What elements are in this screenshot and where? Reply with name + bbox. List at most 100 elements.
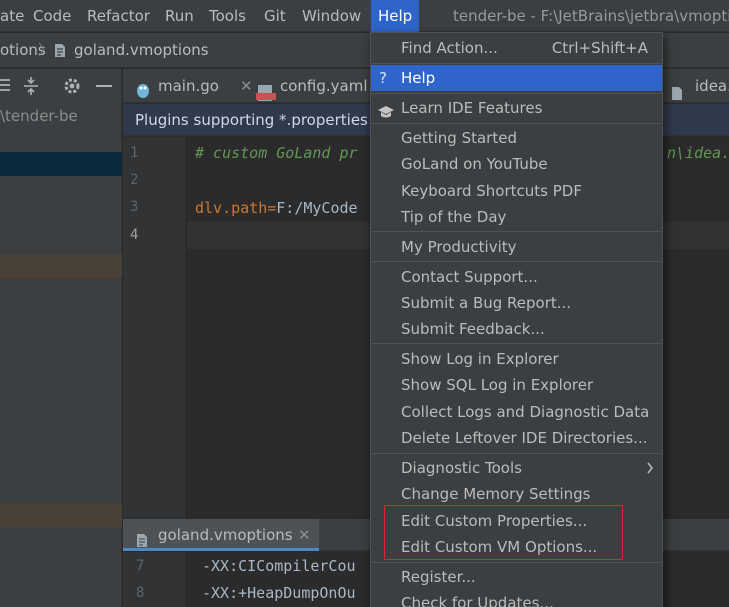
menu-refactor[interactable]: Refactor <box>87 0 150 32</box>
menu-item-submit-feedback[interactable]: Submit Feedback... <box>371 316 662 342</box>
menu-item-label: Contact Support... <box>401 268 538 286</box>
project-path: \tender-be <box>0 107 78 125</box>
menu-item-register[interactable]: Register... <box>371 564 662 590</box>
menu-separator <box>371 261 662 262</box>
menu-item-getting-started[interactable]: Getting Started <box>371 125 662 151</box>
line-number: 7 <box>136 558 145 574</box>
project-toolbar <box>0 69 122 103</box>
file-icon <box>54 43 66 58</box>
file-icon <box>671 79 683 100</box>
menu-item-label: Learn IDE Features <box>401 99 543 117</box>
menu-item-label: Help <box>401 69 436 87</box>
yaml-file-icon <box>256 79 276 101</box>
line-number: 1 <box>130 145 139 161</box>
menu-item-check-for-updates[interactable]: Check for Updates... <box>371 590 662 607</box>
menu-separator <box>371 453 662 454</box>
file-icon <box>136 527 148 547</box>
expand-all-icon[interactable] <box>0 75 14 97</box>
banner-text: Plugins supporting *.properties f <box>135 111 378 129</box>
tab-label: main.go <box>158 77 219 95</box>
tab-goland-vmoptions[interactable]: goland.vmoptions ✕ <box>123 519 319 551</box>
minimize-icon[interactable] <box>96 85 112 87</box>
menu-item-label: Show Log in Explorer <box>401 350 559 368</box>
menu-separator <box>371 231 662 232</box>
line-number: 4 <box>130 227 139 243</box>
menu-item-label: Submit a Bug Report... <box>401 294 572 312</box>
line-number: 2 <box>130 172 139 188</box>
menu-item-change-memory-settings[interactable]: Change Memory Settings <box>371 481 662 507</box>
breadcrumb-separator-icon: 〉 <box>38 41 54 59</box>
menu-bar: ate Code Refactor Run Tools Git Window H… <box>0 0 729 32</box>
menu-separator <box>371 63 662 64</box>
menu-item-label: Collect Logs and Diagnostic Data <box>401 403 650 421</box>
line-number: 3 <box>130 199 139 215</box>
menu-separator <box>371 562 662 563</box>
menu-item-label: Delete Leftover IDE Directories... <box>401 429 648 447</box>
menu-item-label: Submit Feedback... <box>401 320 545 338</box>
window-title: tender-be - F:\JetBrains\jetbra\vmoptio <box>453 7 729 25</box>
close-icon[interactable]: ✕ <box>240 69 253 103</box>
code-comment: # custom GoLand pr <box>195 144 358 162</box>
menu-window[interactable]: Window <box>302 0 361 32</box>
menu-item-show-log[interactable]: Show Log in Explorer <box>371 346 662 372</box>
property-value: F:/MyCode <box>276 199 358 217</box>
property-equals: = <box>267 199 277 217</box>
menu-item-label: Keyboard Shortcuts PDF <box>401 182 582 200</box>
menu-item-contact-support[interactable]: Contact Support... <box>371 264 662 290</box>
menu-item-collect-logs[interactable]: Collect Logs and Diagnostic Data <box>371 399 662 425</box>
menu-separator <box>371 343 662 344</box>
menu-item-tip-of-the-day[interactable]: Tip of the Day <box>371 204 662 230</box>
menu-navigate[interactable]: ate <box>0 0 24 32</box>
tab-label: goland.vmoptions <box>158 526 293 544</box>
menu-item-label: Change Memory Settings <box>401 485 591 503</box>
menu-separator <box>371 123 662 124</box>
menu-item-label: Find Action... <box>401 39 498 57</box>
menu-help[interactable]: Help <box>371 0 420 32</box>
menu-separator <box>371 93 662 94</box>
editor-gutter <box>123 137 185 519</box>
gopher-icon <box>135 77 151 98</box>
menu-item-find-action[interactable]: Find Action... Ctrl+Shift+A <box>371 35 662 61</box>
menu-item-label: Diagnostic Tools <box>401 459 522 477</box>
menu-item-goland-youtube[interactable]: GoLand on YouTube <box>371 151 662 177</box>
menu-item-label: My Productivity <box>401 238 517 256</box>
menu-run[interactable]: Run <box>165 0 194 32</box>
menu-item-label: Register... <box>401 568 476 586</box>
question-icon: ? <box>379 69 387 87</box>
shortcut-label: Ctrl+Shift+A <box>551 39 648 57</box>
menu-item-keyboard-shortcuts-pdf[interactable]: Keyboard Shortcuts PDF <box>371 178 662 204</box>
menu-git[interactable]: Git <box>264 0 286 32</box>
code-property: dlv.path=F:/MyCode <box>195 199 358 217</box>
close-icon[interactable]: ✕ <box>298 519 311 551</box>
menu-item-help[interactable]: ? Help <box>371 65 662 91</box>
project-tree-highlighted-row[interactable] <box>0 254 122 278</box>
code-comment-tail: n\idea. <box>667 144 729 162</box>
menu-item-label: Getting Started <box>401 129 517 147</box>
gear-icon[interactable] <box>62 75 82 97</box>
menu-code[interactable]: Code <box>33 0 71 32</box>
menu-item-label: Show SQL Log in Explorer <box>401 376 594 394</box>
code-line: -XX:+HeapDumpOnOu <box>202 584 356 602</box>
graduation-cap-icon <box>377 101 395 118</box>
menu-item-label: GoLand on YouTube <box>401 155 548 173</box>
tab-idea[interactable]: idea. <box>671 69 729 103</box>
collapse-all-icon[interactable] <box>22 75 40 97</box>
menu-item-label: Tip of the Day <box>401 208 507 226</box>
menu-tools[interactable]: Tools <box>209 0 246 32</box>
menu-item-label: Check for Updates... <box>401 594 554 607</box>
tab-label: config.yaml <box>280 77 368 95</box>
menu-item-show-sql-log[interactable]: Show SQL Log in Explorer <box>371 372 662 398</box>
code-line: -XX:CICompilerCou <box>202 557 356 575</box>
menu-item-diagnostic-tools[interactable]: Diagnostic Tools <box>371 455 662 481</box>
menu-item-my-productivity[interactable]: My Productivity <box>371 234 662 260</box>
tab-label: idea. <box>695 77 729 95</box>
menu-item-delete-leftover-dirs[interactable]: Delete Leftover IDE Directories... <box>371 425 662 451</box>
annotation-highlight-box <box>384 505 623 560</box>
project-tree-selected-row[interactable] <box>0 152 122 176</box>
project-tree-highlighted-row-2[interactable] <box>0 503 122 527</box>
menu-item-learn-ide-features[interactable]: Learn IDE Features <box>371 95 662 121</box>
property-key: dlv.path <box>195 199 268 217</box>
breadcrumb-file[interactable]: goland.vmoptions <box>74 33 209 67</box>
line-number: 8 <box>136 585 145 601</box>
menu-item-submit-bug-report[interactable]: Submit a Bug Report... <box>371 290 662 316</box>
